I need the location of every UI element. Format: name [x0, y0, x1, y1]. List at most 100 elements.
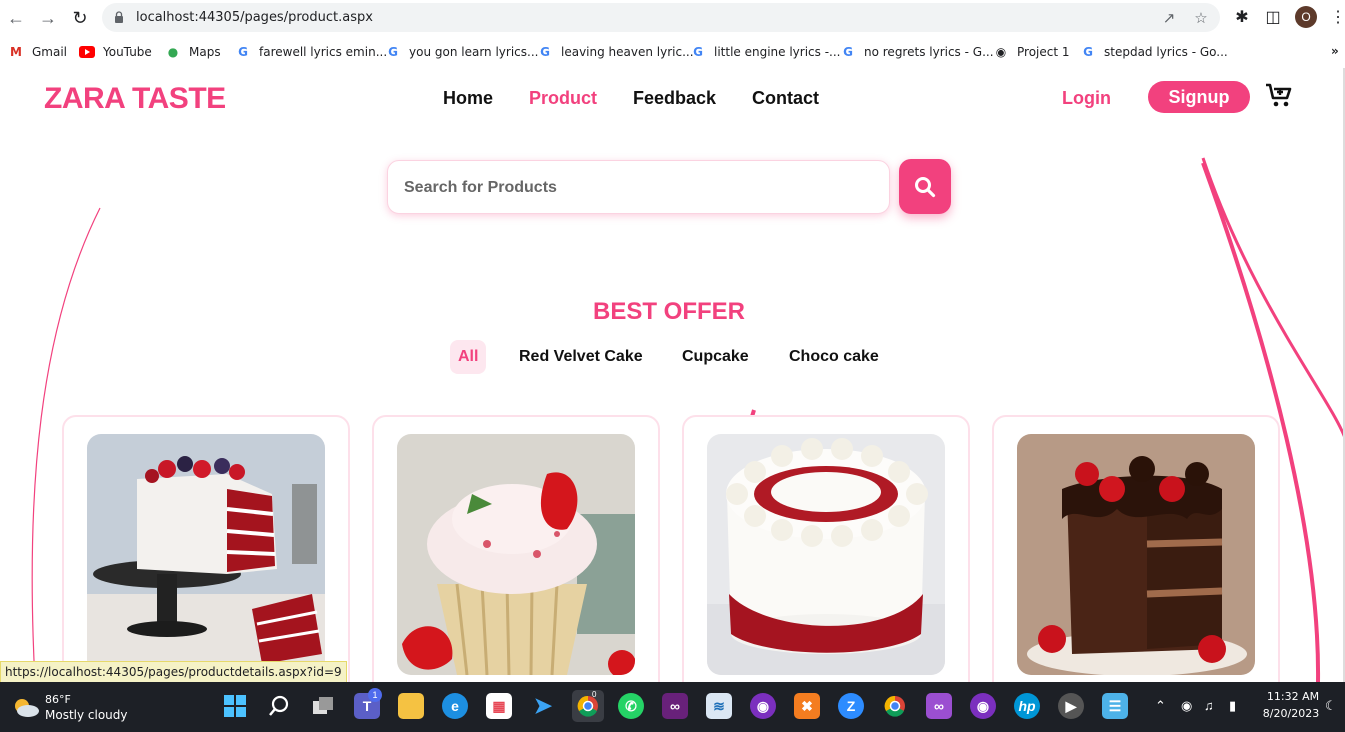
clock-time[interactable]: 11:32 AM [1261, 690, 1325, 703]
edge-icon[interactable]: e [442, 693, 468, 719]
tray-chevron-icon[interactable]: ⌃ [1155, 698, 1166, 714]
search-button[interactable] [899, 159, 951, 214]
bookmark-yougon[interactable]: Gyou gon learn lyrics... [385, 44, 538, 60]
bookmark-leaving[interactable]: Gleaving heaven lyric... [537, 44, 694, 60]
bookmark-label: Maps [189, 45, 221, 59]
visual-studio-preview-icon[interactable]: ∞ [926, 693, 952, 719]
clock-date[interactable]: 8/20/2023 [1255, 707, 1327, 720]
more-bookmarks-icon[interactable]: » [1331, 44, 1339, 58]
file-explorer-icon[interactable] [398, 693, 424, 719]
nav-feedback[interactable]: Feedback [633, 88, 716, 109]
search-input[interactable] [404, 176, 864, 200]
bookmark-label: stepdad lyrics - Go... [1104, 45, 1228, 59]
whatsapp-icon[interactable]: ✆ [618, 693, 644, 719]
teams-badge: 1 [368, 688, 382, 702]
bookmark-maps[interactable]: ● Maps [165, 44, 221, 60]
chrome-badge: 0 [592, 690, 597, 699]
menu-icon[interactable]: ⋮ [1328, 7, 1345, 27]
chrome-alt-icon[interactable] [882, 693, 908, 719]
weather-description[interactable]: Mostly cloudy [45, 708, 128, 722]
language-globe-icon[interactable]: ◉ [1181, 698, 1192, 714]
signup-button[interactable]: Signup [1148, 81, 1250, 113]
bookmark-stepdad[interactable]: Gstepdad lyrics - Go... [1080, 44, 1228, 60]
battery-icon[interactable]: ▮ [1229, 698, 1236, 714]
maps-icon: ● [167, 45, 179, 59]
product-card[interactable] [992, 415, 1280, 682]
vscode-icon[interactable]: ➤ [530, 693, 556, 719]
zoom-icon[interactable]: Z [838, 693, 864, 719]
product-card[interactable] [682, 415, 970, 682]
nav-home[interactable]: Home [443, 88, 493, 109]
reload-icon[interactable]: ↻ [68, 6, 92, 30]
star-icon[interactable]: ☆ [1192, 9, 1210, 27]
search-taskbar-icon[interactable] [266, 693, 292, 719]
gmail-icon: M [10, 45, 22, 59]
filter-cupcake[interactable]: Cupcake [674, 340, 757, 374]
share-icon[interactable]: ↗ [1160, 9, 1178, 27]
notepad-icon[interactable]: ☰ [1102, 693, 1128, 719]
filter-all[interactable]: All [450, 340, 487, 374]
bookmark-project1[interactable]: ◉ Project 1 [993, 44, 1070, 60]
google-icon: G [1083, 45, 1093, 59]
bookmark-farewell[interactable]: Gfarewell lyrics emin... [235, 44, 387, 60]
weather-temperature[interactable]: 86°F [45, 693, 71, 706]
url-text: localhost:44305/pages/product.aspx [136, 10, 373, 25]
search-icon [915, 176, 936, 197]
cart-icon[interactable] [1265, 83, 1293, 109]
browser-toolbar: ← → ↻ localhost:44305/pages/product.aspx… [0, 0, 1345, 36]
tor-alt-icon[interactable]: ◉ [970, 693, 996, 719]
media-player-icon[interactable]: ▶ [1058, 693, 1084, 719]
windows-taskbar: 86°F Mostly cloudy T 1 e ▦ ➤ 0 ✆ ∞ ≋ ◉ ✖… [0, 682, 1345, 732]
filter-choco-cake[interactable]: Choco cake [781, 340, 887, 374]
tor-icon[interactable]: ◉ [750, 693, 776, 719]
task-view-icon[interactable] [310, 693, 336, 719]
bookmark-gmail[interactable]: M Gmail [8, 44, 67, 60]
product-card[interactable] [62, 415, 350, 682]
bookmark-noregrets[interactable]: Gno regrets lyrics - G... [840, 44, 993, 60]
weather-cloud-icon [15, 699, 39, 717]
login-link[interactable]: Login [1062, 88, 1111, 109]
chrome-taskbar-icon[interactable] [572, 690, 604, 722]
bookmark-label: you gon learn lyrics... [409, 45, 539, 59]
google-icon: G [540, 45, 550, 59]
bookmark-label: YouTube [103, 45, 152, 59]
nav-product[interactable]: Product [529, 88, 597, 109]
chocolate-strawberry-cake-image[interactable] [1017, 434, 1255, 675]
nav-contact[interactable]: Contact [752, 88, 819, 109]
red-velvet-layer-cake-image[interactable] [87, 434, 325, 675]
bookmark-label: leaving heaven lyric... [561, 45, 694, 59]
google-icon: G [843, 45, 853, 59]
section-title: BEST OFFER [592, 298, 745, 325]
notification-moon-icon[interactable]: ☾ [1325, 698, 1337, 714]
strawberry-cupcake-image[interactable] [397, 434, 635, 675]
volume-icon[interactable]: ♫ [1204, 698, 1214, 713]
extensions-icon[interactable]: ✱ [1232, 7, 1252, 27]
hp-icon[interactable]: hp [1014, 693, 1040, 719]
brand-logo[interactable]: ZARA TASTE [44, 82, 226, 116]
bookmarks-bar: M Gmail YouTube ● Maps Gfarewell lyrics em… [0, 38, 1345, 66]
forward-icon[interactable]: → [36, 6, 60, 30]
store-icon[interactable]: ▦ [486, 693, 512, 719]
product-card[interactable] [372, 415, 660, 682]
bookmark-label: Project 1 [1017, 45, 1070, 59]
address-bar[interactable]: localhost:44305/pages/product.aspx ↗ ☆ [102, 3, 1220, 32]
page-content: ZARA TASTE Home Product Feedback Contact… [0, 68, 1345, 682]
bookmark-label: farewell lyrics emin... [259, 45, 388, 59]
status-bar-url: https://localhost:44305/pages/productdet… [0, 661, 347, 683]
back-icon[interactable]: ← [4, 6, 28, 30]
google-icon: G [693, 45, 703, 59]
sidepanel-icon[interactable]: ◫ [1263, 7, 1283, 27]
bookmark-littleengine[interactable]: Glittle engine lyrics -... [690, 44, 840, 60]
profile-avatar[interactable]: O [1295, 6, 1317, 28]
filter-red-velvet[interactable]: Red Velvet Cake [511, 340, 651, 374]
bookmark-label: Gmail [32, 45, 68, 59]
start-icon[interactable] [222, 693, 248, 719]
red-velvet-round-cake-image[interactable] [707, 434, 945, 675]
monitor-icon[interactable]: ≋ [706, 693, 732, 719]
bookmark-youtube[interactable]: YouTube [79, 44, 152, 60]
xampp-icon[interactable]: ✖ [794, 693, 820, 719]
google-icon: G [238, 45, 248, 59]
visual-studio-icon[interactable]: ∞ [662, 693, 688, 719]
google-icon: G [388, 45, 398, 59]
lock-icon [115, 11, 123, 23]
